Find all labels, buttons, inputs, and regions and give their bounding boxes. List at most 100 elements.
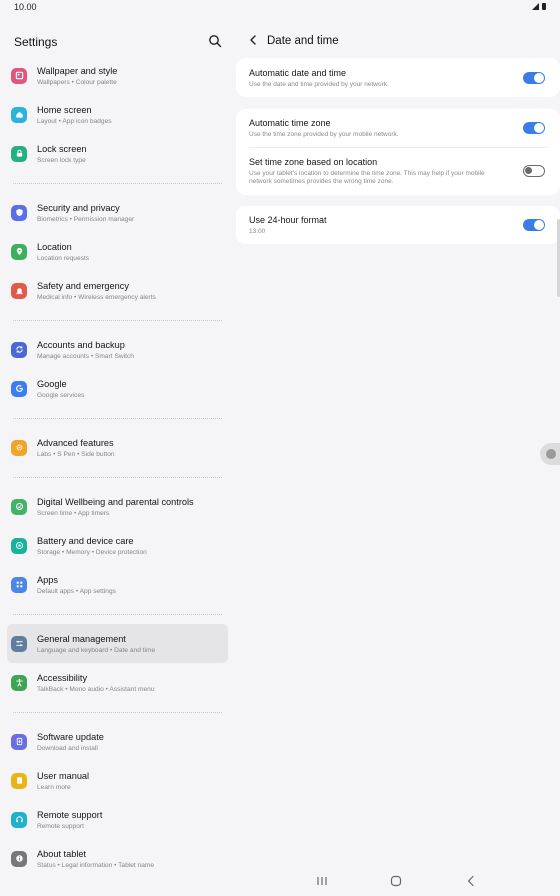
settings-item-subtitle: Learn more: [37, 783, 71, 791]
zone-location-title: Set time zone based on location: [249, 157, 378, 167]
auto-zone-row[interactable]: Automatic time zone Use the time zone pr…: [249, 118, 548, 139]
edge-panel-handle[interactable]: [540, 443, 560, 465]
settings-item-text: General management Language and keyboard …: [37, 633, 155, 655]
auto-zone-title: Automatic time zone: [249, 118, 331, 128]
settings-item-text: Wallpaper and style Wallpapers • Colour p…: [37, 65, 117, 87]
settings-item-software-update[interactable]: Software update Download and install: [0, 722, 236, 761]
time-zone-card: Automatic time zone Use the time zone pr…: [236, 109, 560, 195]
settings-item-google[interactable]: Google Google services: [0, 369, 236, 408]
wellbeing-icon: [11, 498, 27, 515]
update-icon: [11, 733, 27, 750]
settings-item-text: User manual Learn more: [37, 770, 89, 792]
format-card: Use 24-hour format 13:00: [236, 206, 560, 244]
settings-item-title: General management: [37, 633, 126, 644]
detail-header: Date and time: [236, 16, 560, 56]
manual-icon: i: [11, 772, 27, 789]
navigation-bar: [0, 866, 560, 896]
menu-separator: [0, 310, 236, 330]
settings-item-user-manual[interactable]: i User manual Learn more: [0, 761, 236, 800]
headset-icon: [11, 811, 27, 828]
settings-item-subtitle: Wallpapers • Colour palette: [37, 78, 117, 86]
settings-item-title: Accessibility: [37, 672, 88, 683]
auto-date-title: Automatic date and time: [249, 68, 347, 78]
settings-item-home-screen[interactable]: Home screen Layout • App icon badges: [0, 95, 236, 134]
settings-item-accounts-and-backup[interactable]: Accounts and backup Manage accounts • Sma…: [0, 330, 236, 369]
menu-separator: [0, 467, 236, 487]
search-icon[interactable]: [207, 33, 223, 49]
settings-item-accessibility[interactable]: Accessibility TalkBack • Mono audio • Ass…: [0, 663, 236, 702]
settings-item-location[interactable]: Location Location requests: [0, 232, 236, 271]
settings-item-title: User manual: [37, 770, 90, 781]
settings-item-title: Security and privacy: [37, 202, 120, 213]
settings-item-apps[interactable]: Apps Default apps • App settings: [0, 565, 236, 604]
settings-item-text: Apps Default apps • App settings: [37, 574, 116, 596]
settings-item-text: Accessibility TalkBack • Mono audio • Ass…: [37, 672, 155, 694]
status-bar: 10.00: [0, 0, 560, 16]
shield-icon: [11, 204, 27, 221]
zone-location-row[interactable]: Set time zone based on location Use your…: [249, 157, 548, 186]
settings-item-subtitle: Medical info • Wireless emergency alerts: [37, 293, 156, 301]
settings-item-wallpaper-and-style[interactable]: Wallpaper and style Wallpapers • Colour p…: [0, 56, 236, 95]
wallpaper-icon: [11, 67, 27, 84]
settings-item-title: Safety and emergency: [37, 280, 129, 291]
back-arrow-icon[interactable]: [248, 35, 258, 45]
settings-item-subtitle: Layout • App icon badges: [37, 117, 112, 125]
settings-item-text: Accounts and backup Manage accounts • Sma…: [37, 339, 134, 361]
device-care-icon: [11, 537, 27, 554]
svg-text:i: i: [19, 778, 20, 783]
menu-separator: [0, 173, 236, 193]
settings-item-text: Security and privacy Biometrics • Permiss…: [37, 202, 134, 224]
auto-zone-subtitle: Use the time zone provided by your mobil…: [249, 131, 399, 138]
settings-item-text: Home screen Layout • App icon badges: [37, 104, 112, 126]
settings-item-lock-screen[interactable]: Lock screen Screen lock type: [0, 134, 236, 173]
lock-icon: [11, 145, 27, 162]
settings-item-security-and-privacy[interactable]: Security and privacy Biometrics • Permiss…: [0, 193, 236, 232]
settings-item-subtitle: Storage • Memory • Device protection: [37, 548, 147, 556]
settings-item-title: Lock screen: [37, 143, 87, 154]
auto-date-row[interactable]: Automatic date and time Use the date and…: [249, 68, 548, 89]
h24-row[interactable]: Use 24-hour format 13:00: [249, 215, 548, 236]
settings-item-subtitle: Language and keyboard • Date and time: [37, 646, 156, 654]
location-icon: [11, 243, 27, 260]
menu-separator: [0, 702, 236, 722]
back-button-icon[interactable]: [464, 875, 478, 887]
zone-location-toggle[interactable]: [523, 165, 545, 177]
settings-item-subtitle: Labs • S Pen • Side button: [37, 450, 115, 458]
settings-item-text: Lock screen Screen lock type: [37, 143, 87, 165]
h24-toggle[interactable]: [523, 219, 545, 231]
status-time: 10.00: [14, 2, 37, 12]
settings-item-title: Accounts and backup: [37, 339, 125, 350]
settings-item-advanced-features[interactable]: Advanced features Labs • S Pen • Side but…: [0, 428, 236, 467]
settings-item-safety-and-emergency[interactable]: Safety and emergency Medical info • Wirel…: [0, 271, 236, 310]
settings-item-general-management[interactable]: General management Language and keyboard …: [0, 624, 236, 663]
settings-item-text: Safety and emergency Medical info • Wirel…: [37, 280, 156, 302]
settings-item-text: Software update Download and install: [37, 731, 104, 753]
settings-item-battery-and-device-care[interactable]: Battery and device care Storage • Memory …: [0, 526, 236, 565]
settings-item-subtitle: Download and install: [37, 744, 98, 752]
gear-plus-icon: [11, 439, 27, 456]
h24-title: Use 24-hour format: [249, 215, 327, 225]
auto-date-card: Automatic date and time Use the date and…: [236, 58, 560, 97]
auto-date-subtitle: Use the date and time provided by your n…: [249, 81, 389, 88]
settings-item-remote-support[interactable]: Remote support Remote support: [0, 800, 236, 839]
page-title: Date and time: [267, 35, 339, 47]
settings-item-subtitle: Default apps • App settings: [37, 587, 116, 595]
settings-item-title: Home screen: [37, 104, 92, 115]
auto-zone-toggle[interactable]: [523, 122, 545, 134]
menu-separator: [0, 408, 236, 428]
auto-date-toggle[interactable]: [523, 72, 545, 84]
settings-panel: Settings Wallpaper and style Wallpapers •…: [0, 16, 236, 869]
emergency-icon: [11, 282, 27, 299]
home-button-icon[interactable]: [389, 875, 403, 887]
settings-item-text: Google Google services: [37, 378, 84, 400]
settings-menu: Wallpaper and style Wallpapers • Colour p…: [0, 56, 236, 878]
sync-icon: [11, 341, 27, 358]
sliders-icon: [11, 635, 27, 652]
settings-item-text: Battery and device care Storage • Memory …: [37, 535, 147, 557]
accessibility-icon: [11, 674, 27, 691]
settings-item-title: Digital Wellbeing and parental controls: [37, 496, 194, 507]
settings-item-text: Location Location requests: [37, 241, 89, 263]
settings-item-title: Wallpaper and style: [37, 65, 118, 76]
recents-icon[interactable]: [315, 875, 329, 887]
settings-item-digital-wellbeing-and-parental-controls[interactable]: Digital Wellbeing and parental controls S…: [0, 487, 236, 526]
